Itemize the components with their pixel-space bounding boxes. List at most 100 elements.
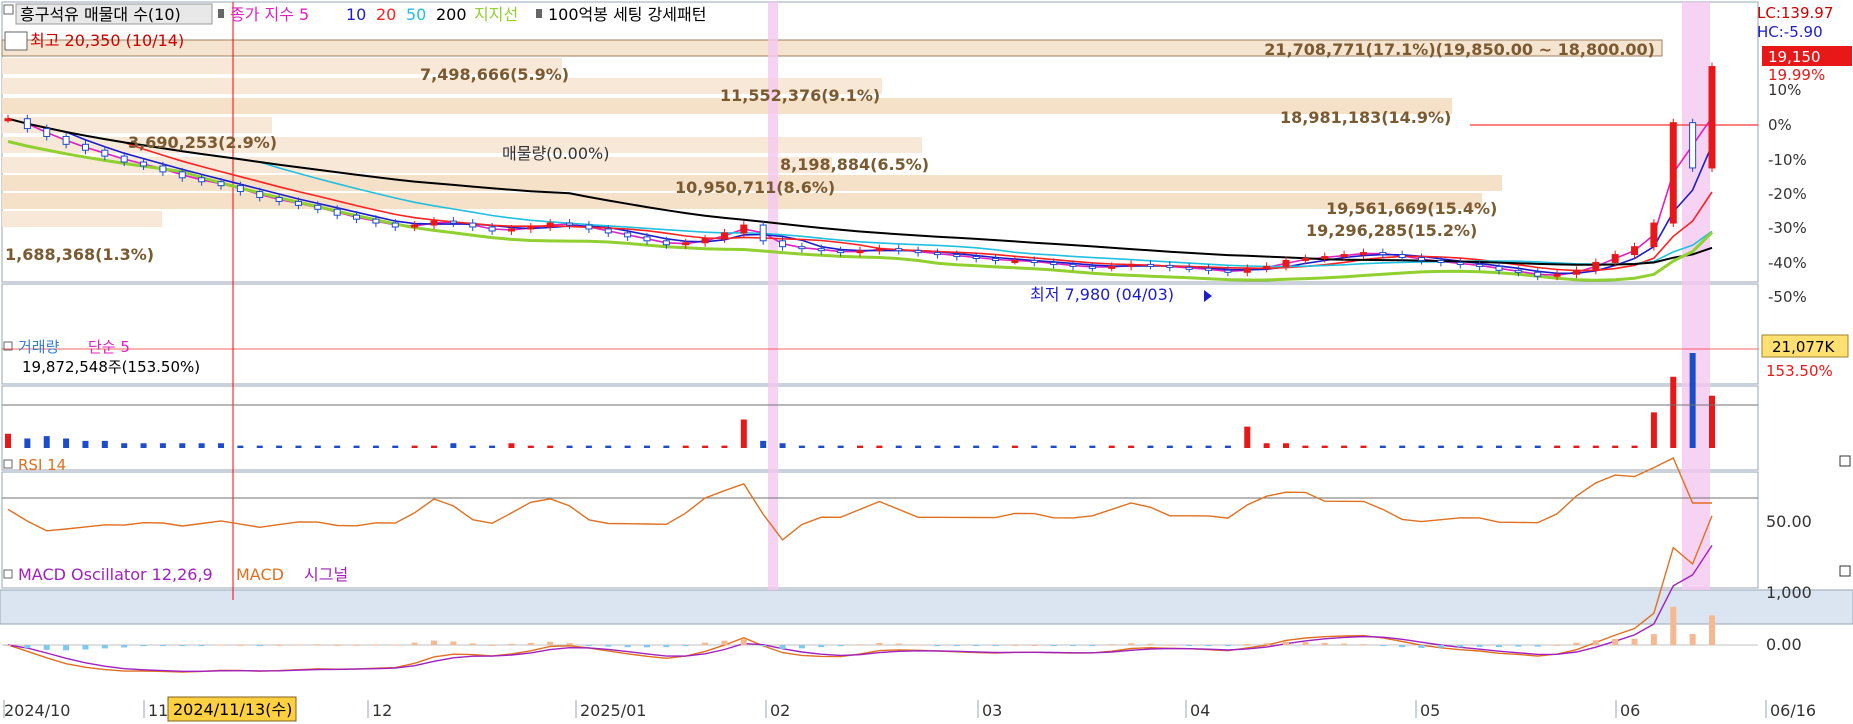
candle [1437,259,1445,263]
volume-bar [1631,445,1638,448]
rsi-tick: 50.00 [1766,512,1812,531]
macd-histogram-bar [1341,643,1348,645]
legend-ma200[interactable]: 200 [436,5,467,24]
legend-support[interactable]: 지지선 [474,5,518,24]
lc-label: LC:139.97 [1757,4,1833,22]
volume-bar [1612,445,1619,448]
x-tick-label: 06/16 [1770,701,1816,720]
volume-bar [1709,395,1715,448]
pct-tick: -20% [1768,185,1807,203]
high-annotation: 최고 20,350 (10/14) [30,31,184,50]
macd-histogram-bar [101,645,108,649]
macd-histogram-bar [1011,644,1018,646]
x-tick-label: 11 [148,701,168,720]
macd-histogram-bar [1263,643,1270,645]
candle [449,220,457,224]
macd-histogram-bar [721,640,728,645]
volume-bar [1399,445,1406,448]
macd-histogram-bar [1283,641,1289,645]
macd-histogram-bar [527,642,534,645]
volume-bar [740,419,747,448]
volume-bar [1244,426,1251,448]
candle [1572,269,1580,275]
volume-profile-label: 19,561,669(15.4%) [1326,199,1497,218]
volume-bar [605,445,612,448]
candle [546,222,554,228]
volume-bar [1534,445,1541,448]
volume-bar [1263,443,1270,448]
candle [430,220,438,226]
candle [236,185,244,193]
volume-bar [1360,445,1367,448]
volume-bar [101,440,108,448]
macd-histogram-bar [1689,634,1696,645]
candle [314,204,322,210]
volume-bar [469,445,476,448]
macd-histogram-bar [605,645,612,647]
macd-histogram-bar [740,639,747,645]
legend-ma5[interactable]: 종가 지수 5 [230,5,309,24]
crosshair-date-text: 2024/11/13(수) [173,700,292,719]
candle [1592,261,1600,271]
legend-pattern[interactable]: 100억봉 세팅 강세패턴 [548,5,706,24]
macd-histogram-bar [1476,645,1483,647]
candle [1398,254,1406,259]
candle [992,258,1000,262]
volume-bar [314,445,321,448]
candle [740,224,748,234]
stock-chart[interactable]: 흥구석유 매물대 수(10) 종가 지수 5 10 20 50 200 지지선 … [0,0,1853,724]
volume-ma-legend[interactable]: 단순 5 [88,338,130,356]
macd-histogram-bar [314,644,321,646]
candle [469,222,477,228]
volume-bar [1224,445,1231,448]
legend-ma50[interactable]: 50 [406,5,426,24]
macd-histogram-bar [450,641,457,645]
x-tick-label: 03 [982,701,1002,720]
candle [198,177,206,183]
volume-legend-label[interactable]: 거래량 [18,338,60,356]
volume-bar [431,445,437,448]
pct-tick: -40% [1768,254,1807,272]
macd-histogram-bar [1554,644,1561,646]
volume-bar [1418,445,1425,448]
macd-histogram-bar [256,645,263,646]
highlight-column [1682,2,1710,590]
x-tick-label: 2024/10 [4,701,70,720]
volume-bar [256,445,263,448]
macd-histogram-bar [1186,645,1193,646]
macd-histogram-bar [1457,645,1464,648]
candle [914,250,922,254]
rsi-legend-label[interactable]: RSI 14 [18,456,66,474]
volume-profile-label: 10,950,711(8.6%) [675,178,835,197]
macd-histogram-bar [218,644,224,646]
main-legend: 흥구석유 매물대 수(10) 종가 지수 5 10 20 50 200 지지선 … [3,3,706,25]
macd-legend[interactable]: MACD [236,565,284,584]
candle [488,226,496,232]
volume-bar [159,443,166,448]
macd-oscillator-legend[interactable]: MACD Oscillator 12,26,9 [18,565,213,584]
macd-histogram-bar [392,644,399,646]
volume-bar [1070,445,1076,448]
volume-bar [1128,445,1135,448]
calendar-icon[interactable] [4,31,28,51]
legend-ma10[interactable]: 10 [346,5,366,24]
volume-profile-label: 18,981,183(14.9%) [1280,108,1451,127]
candle [507,228,515,232]
candle [682,242,690,246]
macd-histogram-bar [1166,644,1173,646]
macd-histogram-bar [489,644,496,646]
candle [1301,258,1309,262]
macd-histogram-bar [1089,645,1096,646]
volume-profile-label: 11,552,376(9.1%) [720,86,880,105]
macd-histogram-bar [1573,642,1580,645]
volume-bar [760,440,767,448]
signal-legend[interactable]: 시그널 [304,565,348,584]
candle [1495,265,1503,271]
macd-histogram-bar [876,642,883,645]
candle [1476,263,1484,267]
legend-title[interactable]: 흥구석유 매물대 수(10) [20,5,181,24]
legend-ma20[interactable]: 20 [376,5,396,24]
candle [101,149,109,157]
volume-bar [1437,445,1444,448]
volume-bar [1341,445,1348,448]
